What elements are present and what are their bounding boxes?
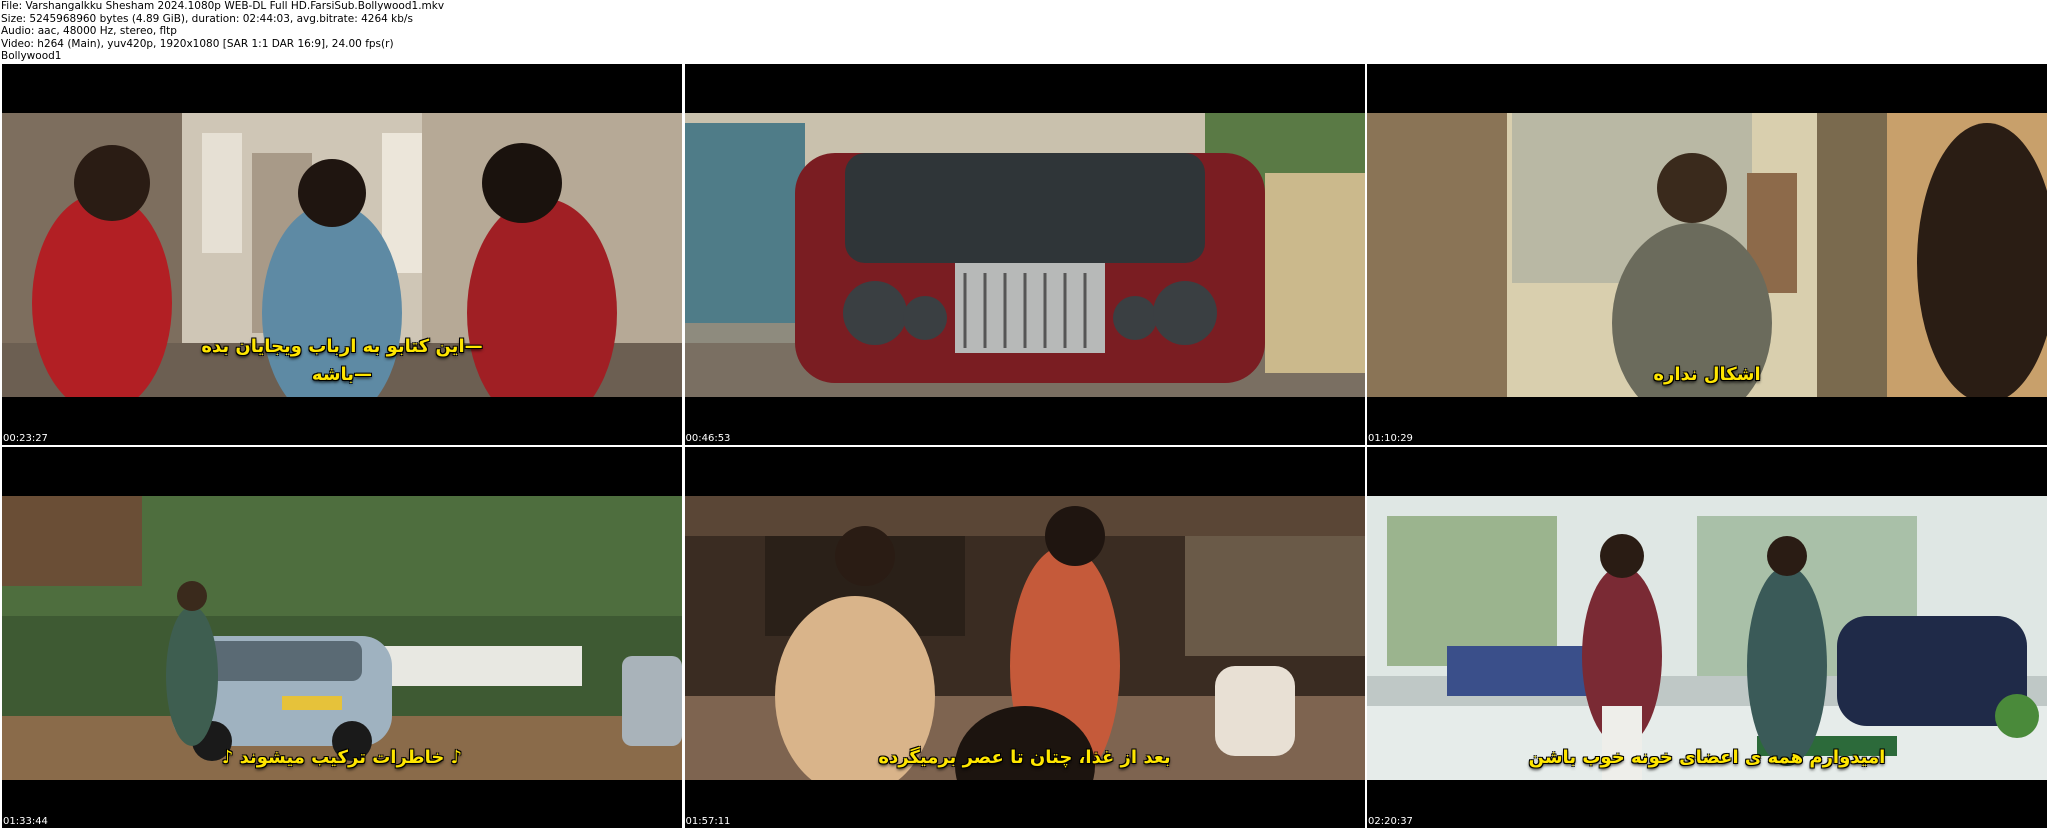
subtitle-line: امیدوارم همه ی اعضای خونه خوب باشن: [1528, 747, 1886, 768]
frame-image-3: [1367, 113, 2047, 397]
video-frame-5: بعد از غذا، چتان تا عصر برمیگرده: [684, 496, 1365, 780]
thumbnail-3: اشکال نداره 01:10:29: [1367, 64, 2047, 445]
video-frame-3: اشکال نداره: [1367, 113, 2047, 397]
subtitle-line: —این کتابو به ارباب ویجایان بده: [201, 336, 483, 357]
subtitle-line: —باشه: [311, 364, 373, 385]
timestamp-5: 01:57:11: [685, 816, 731, 827]
video-info-line: Video: h264 (Main), yuv420p, 1920x1080 […: [1, 37, 394, 50]
thumbnail-grid: —این کتابو به ارباب ویجایان بده —باشه 00…: [2, 64, 2047, 830]
video-frame-1: —این کتابو به ارباب ویجایان بده —باشه: [2, 113, 682, 397]
frame-image-2: [684, 113, 1365, 397]
subtitle-3: اشکال نداره: [1367, 361, 2047, 389]
source-tag-line: Bollywood1: [1, 50, 62, 63]
subtitle-6: امیدوارم همه ی اعضای خونه خوب باشن: [1367, 744, 2047, 772]
subtitle-line: بعد از غذا، چتان تا عصر برمیگرده: [878, 747, 1171, 768]
frame-image-4: [2, 496, 682, 780]
file-info-header: File: Varshangalkku Shesham 2024.1080p W…: [1, 0, 444, 63]
timestamp-6: 02:20:37: [1368, 816, 1413, 827]
subtitle-1: —این کتابو به ارباب ویجایان بده —باشه: [2, 333, 682, 389]
file-size-line: Size: 5245968960 bytes (4.89 GiB), durat…: [1, 12, 413, 25]
timestamp-3: 01:10:29: [1368, 433, 1413, 444]
audio-info-line: Audio: aac, 48000 Hz, stereo, fltp: [1, 25, 177, 38]
thumbnail-1: —این کتابو به ارباب ویجایان بده —باشه 00…: [2, 64, 682, 445]
file-name-line: File: Varshangalkku Shesham 2024.1080p W…: [1, 0, 445, 12]
timestamp-4: 01:33:44: [3, 816, 48, 827]
thumbnail-4: ♪ خاطرات ترکیب میشوند ♪ 01:33:44: [2, 447, 682, 828]
frame-image-5: [684, 496, 1365, 780]
timestamp-2: 00:46:53: [685, 433, 731, 444]
subtitle-4: ♪ خاطرات ترکیب میشوند ♪: [2, 744, 682, 772]
thumbnail-5: بعد از غذا، چتان تا عصر برمیگرده 01:57:1…: [684, 447, 1365, 828]
subtitle-5: بعد از غذا، چتان تا عصر برمیگرده: [685, 744, 1365, 772]
frame-image-6: [1367, 496, 2047, 780]
thumbnail-6: امیدوارم همه ی اعضای خونه خوب باشن 02:20…: [1367, 447, 2047, 828]
video-frame-6: امیدوارم همه ی اعضای خونه خوب باشن: [1367, 496, 2047, 780]
video-frame-2: [684, 113, 1365, 397]
subtitle-line: ♪ خاطرات ترکیب میشوند ♪: [221, 747, 463, 768]
timestamp-1: 00:23:27: [3, 433, 48, 444]
subtitle-line: اشکال نداره: [1653, 364, 1761, 385]
video-frame-4: ♪ خاطرات ترکیب میشوند ♪: [2, 496, 682, 780]
thumbnail-2: 00:46:53: [684, 64, 1365, 445]
